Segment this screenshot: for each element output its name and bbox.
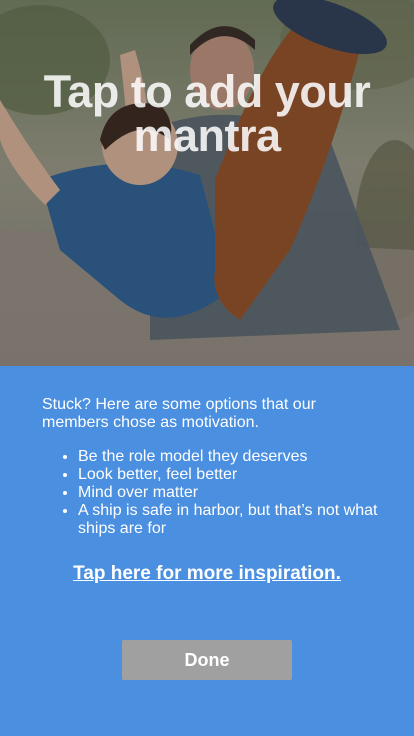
family-photo-icon — [0, 0, 414, 366]
suggestion-item: Mind over matter — [78, 484, 408, 502]
suggestion-item: Look better, feel better — [78, 466, 408, 484]
suggestion-item: Be the role model they deserves — [78, 448, 408, 466]
suggestion-list: Be the role model they deserves Look bet… — [42, 448, 408, 538]
mantra-screen: Tap to add your mantra Stuck? Here are s… — [0, 0, 414, 736]
hero-image: Tap to add your mantra — [0, 0, 414, 366]
suggestions-panel: Stuck? Here are some options that our me… — [0, 366, 414, 736]
more-inspiration-link[interactable]: Tap here for more inspiration. — [0, 563, 414, 585]
suggestion-item: A ship is safe in harbor, but that’s not… — [78, 502, 408, 538]
suggestions-intro: Stuck? Here are some options that our me… — [42, 396, 316, 431]
mantra-title[interactable]: Tap to add your mantra — [0, 69, 414, 158]
done-button[interactable]: Done — [122, 640, 292, 680]
